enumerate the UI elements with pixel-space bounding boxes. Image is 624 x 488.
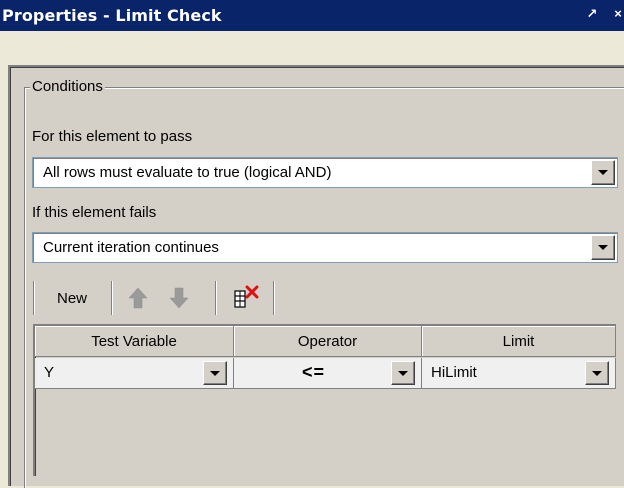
close-icon[interactable]: × bbox=[611, 6, 624, 22]
column-header-operator[interactable]: Operator bbox=[234, 326, 422, 357]
delete-row-button[interactable] bbox=[231, 281, 265, 315]
column-header-limit[interactable]: Limit bbox=[422, 326, 616, 357]
limit-dropdown-button[interactable] bbox=[585, 361, 609, 385]
column-header-test-variable[interactable]: Test Variable bbox=[35, 326, 234, 357]
chevron-down-icon bbox=[210, 370, 220, 376]
fail-label: If this element fails bbox=[32, 204, 157, 221]
fail-dropdown-button[interactable] bbox=[591, 235, 615, 260]
toolbar-separator bbox=[33, 281, 35, 315]
pass-label: For this element to pass bbox=[32, 128, 193, 145]
chevron-down-icon bbox=[598, 170, 608, 175]
pin-icon[interactable]: ↗ bbox=[585, 6, 599, 22]
test-variable-dropdown-button[interactable] bbox=[203, 361, 227, 385]
delete-row-icon bbox=[234, 285, 259, 308]
test-variable-value: Y bbox=[44, 364, 55, 381]
conditions-table: Test Variable Operator Limit Y <= HiLimi… bbox=[33, 324, 616, 476]
pass-condition-value: All rows must evaluate to true (logical … bbox=[43, 164, 332, 181]
row-toolbar: New bbox=[33, 277, 616, 321]
new-row-button[interactable]: New bbox=[45, 281, 99, 315]
toolbar-separator bbox=[215, 281, 217, 315]
pass-condition-select[interactable]: All rows must evaluate to true (logical … bbox=[32, 157, 618, 188]
fail-action-value: Current iteration continues bbox=[43, 239, 219, 256]
chevron-down-icon bbox=[598, 245, 608, 250]
new-row-label: New bbox=[56, 289, 87, 307]
title-bar: Properties - Limit Check ↗ × bbox=[0, 0, 624, 31]
chevron-down-icon bbox=[592, 370, 602, 376]
limit-cell[interactable]: HiLimit bbox=[422, 358, 616, 389]
pass-dropdown-button[interactable] bbox=[591, 160, 615, 185]
toolbar-separator bbox=[273, 281, 275, 315]
arrow-down-icon bbox=[169, 287, 189, 309]
move-down-button[interactable] bbox=[166, 281, 192, 315]
limit-value: HiLimit bbox=[431, 364, 477, 381]
toolbar-separator bbox=[111, 281, 113, 315]
operator-dropdown-button[interactable] bbox=[391, 361, 415, 385]
operator-value: <= bbox=[301, 362, 326, 382]
conditions-group-label: Conditions bbox=[30, 78, 105, 95]
chevron-down-icon bbox=[398, 370, 408, 376]
test-variable-cell[interactable]: Y bbox=[35, 358, 234, 389]
move-up-button[interactable] bbox=[125, 281, 151, 315]
top-toolstrip bbox=[0, 31, 624, 65]
operator-cell[interactable]: <= bbox=[234, 358, 422, 389]
fail-action-select[interactable]: Current iteration continues bbox=[32, 232, 618, 263]
arrow-up-icon bbox=[128, 287, 148, 309]
window-title: Properties - Limit Check bbox=[2, 6, 222, 25]
